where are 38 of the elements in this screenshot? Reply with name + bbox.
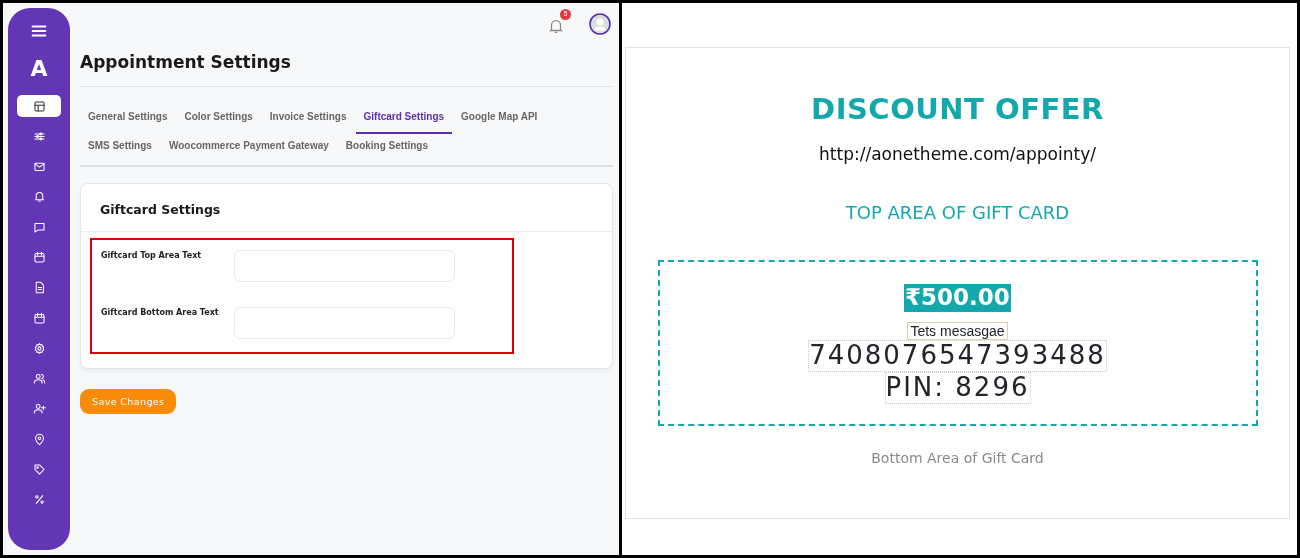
layout-icon (32, 99, 46, 113)
notification-bell-icon (547, 17, 565, 36)
tab[interactable]: Giftcard Settings (355, 105, 453, 134)
percent-icon (32, 493, 46, 507)
logo: A (30, 56, 48, 81)
tab[interactable]: Invoice Settings (261, 105, 355, 134)
avatar[interactable] (589, 11, 611, 35)
website-url: http://aonetheme.com/appointy/ (819, 142, 1096, 166)
gift-card-code: 7408076547393488 (808, 340, 1107, 373)
tab[interactable]: Color Settings (176, 105, 261, 134)
location-pin-icon (32, 432, 46, 446)
users-icon (32, 372, 46, 386)
calendar-icon (32, 311, 46, 325)
field-label: Giftcard Top Area Text (101, 250, 203, 262)
sidebar-item[interactable] (17, 95, 61, 117)
settings-icon (32, 341, 46, 355)
page-title: Appointment Settings (80, 38, 613, 87)
calendar-icon (32, 251, 46, 264)
mail-icon (32, 160, 46, 174)
gift-amount: ₹500.00 (904, 284, 1011, 312)
chat-icon (32, 220, 46, 234)
gift-card-pin: PIN: 8296 (884, 372, 1031, 405)
card-title: Giftcard Settings (81, 184, 612, 232)
tab[interactable]: Woocommerce Payment Gateway (160, 134, 337, 163)
tab[interactable]: SMS Settings (80, 134, 160, 163)
add-user-icon (32, 402, 46, 416)
offer-title: DISCOUNT OFFER (811, 91, 1104, 128)
top-area-text: TOP AREA OF GIFT CARD (845, 201, 1070, 225)
gift-message: Tets mesasgae (907, 321, 1008, 341)
bottom-area-text: Bottom Area of Gift Card (871, 449, 1044, 469)
tag-icon (32, 463, 46, 477)
menu-icon (30, 22, 48, 40)
tab[interactable]: Booking Settings (337, 134, 437, 163)
tab[interactable]: General Settings (80, 105, 176, 134)
bell-icon (32, 190, 46, 204)
field-label: Giftcard Bottom Area Text (101, 307, 220, 319)
sliders-icon (32, 129, 46, 143)
tab[interactable]: Google Map API (453, 105, 546, 134)
